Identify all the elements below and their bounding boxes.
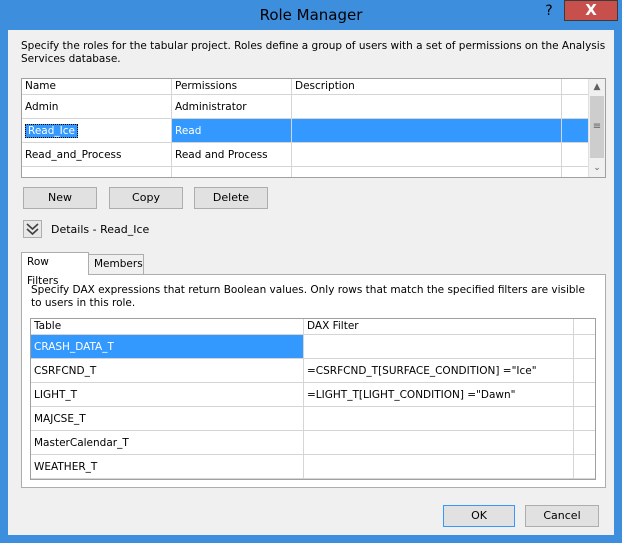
filter-row-filler: [574, 455, 595, 479]
filter-row-filler: [574, 383, 595, 407]
help-button[interactable]: ?: [536, 1, 562, 21]
column-header-filler: [562, 79, 590, 95]
column-header-name[interactable]: Name: [22, 79, 172, 95]
double-chevron-down-icon: [26, 223, 39, 236]
tab-members[interactable]: Members: [88, 254, 144, 274]
filter-row-dax[interactable]: [304, 431, 574, 455]
roles-vertical-scrollbar[interactable]: ▲ ≡ ⌄: [588, 79, 605, 177]
ok-button[interactable]: OK: [443, 505, 515, 527]
roles-grid[interactable]: Name Permissions Description Admin Admin…: [21, 78, 606, 178]
filter-row-dax[interactable]: [304, 455, 574, 479]
column-header-table[interactable]: Table: [31, 319, 304, 335]
details-label: Details - Read_Ice: [51, 223, 150, 236]
filter-row-filler: [574, 407, 595, 431]
new-role-button[interactable]: New: [23, 187, 97, 209]
window-title: Role Manager: [259, 6, 363, 24]
filter-row-dax[interactable]: [304, 335, 574, 359]
filter-row-table[interactable]: LIGHT_T: [31, 383, 304, 407]
scroll-thumb[interactable]: ≡: [590, 96, 604, 158]
role-row-filler: [562, 95, 590, 119]
role-row-description-selected[interactable]: [292, 119, 562, 143]
filter-row-table[interactable]: MasterCalendar_T: [31, 431, 304, 455]
roles-instruction: Specify the roles for the tabular projec…: [21, 40, 606, 65]
column-header-description[interactable]: Description: [292, 79, 562, 95]
scroll-down-icon[interactable]: ⌄: [589, 160, 605, 177]
filter-row-table-selected[interactable]: CRASH_DATA_T: [31, 335, 304, 359]
filter-row-dax[interactable]: =CSRFCND_T[SURFACE_CONDITION] ="Ice": [304, 359, 574, 383]
role-row-description[interactable]: [292, 95, 562, 119]
filter-row-filler: [574, 335, 595, 359]
role-row-name-selected[interactable]: Read_Ice: [22, 119, 172, 143]
row-filters-instruction: Specify DAX expressions that return Bool…: [31, 284, 585, 309]
dialog-body: Specify the roles for the tabular projec…: [8, 30, 614, 535]
tab-row-filters[interactable]: Row Filters: [21, 252, 89, 287]
role-row-partial[interactable]: [22, 167, 172, 177]
role-row-filler-selected: [562, 119, 590, 143]
role-row-permissions[interactable]: Administrator: [172, 95, 292, 119]
role-row-name[interactable]: Admin: [22, 95, 172, 119]
copy-role-button[interactable]: Copy: [109, 187, 183, 209]
role-row-partial[interactable]: [172, 167, 292, 177]
details-collapse-toggle[interactable]: [23, 220, 42, 238]
close-button[interactable]: X: [564, 0, 618, 21]
filter-row-dax[interactable]: =LIGHT_T[LIGHT_CONDITION] ="Dawn": [304, 383, 574, 407]
role-manager-window: Role Manager ? X Specify the roles for t…: [0, 0, 622, 543]
filter-row-table[interactable]: MAJCSE_T: [31, 407, 304, 431]
column-header-permissions[interactable]: Permissions: [172, 79, 292, 95]
column-header-filler: [574, 319, 595, 335]
row-filters-panel: Specify DAX expressions that return Bool…: [21, 274, 606, 488]
role-row-permissions[interactable]: Read and Process: [172, 143, 292, 167]
filter-row-table[interactable]: CSRFCND_T: [31, 359, 304, 383]
cancel-button[interactable]: Cancel: [525, 505, 599, 527]
role-row-name[interactable]: Read_and_Process: [22, 143, 172, 167]
delete-role-button[interactable]: Delete: [194, 187, 268, 209]
filter-row-table[interactable]: WEATHER_T: [31, 455, 304, 479]
filter-row-filler: [574, 359, 595, 383]
role-row-partial[interactable]: [292, 167, 562, 177]
role-name-editing[interactable]: Read_Ice: [25, 124, 78, 138]
column-header-dax-filter[interactable]: DAX Filter: [304, 319, 574, 335]
row-filters-grid[interactable]: Table DAX Filter CRASH_DATA_T CSRFCND_T …: [30, 318, 596, 480]
filter-row-dax[interactable]: [304, 407, 574, 431]
role-row-filler: [562, 143, 590, 167]
filter-row-filler: [574, 431, 595, 455]
title-bar[interactable]: Role Manager ? X: [0, 0, 622, 30]
role-row-description[interactable]: [292, 143, 562, 167]
scroll-up-icon[interactable]: ▲: [589, 79, 605, 96]
role-row-permissions-selected[interactable]: Read: [172, 119, 292, 143]
